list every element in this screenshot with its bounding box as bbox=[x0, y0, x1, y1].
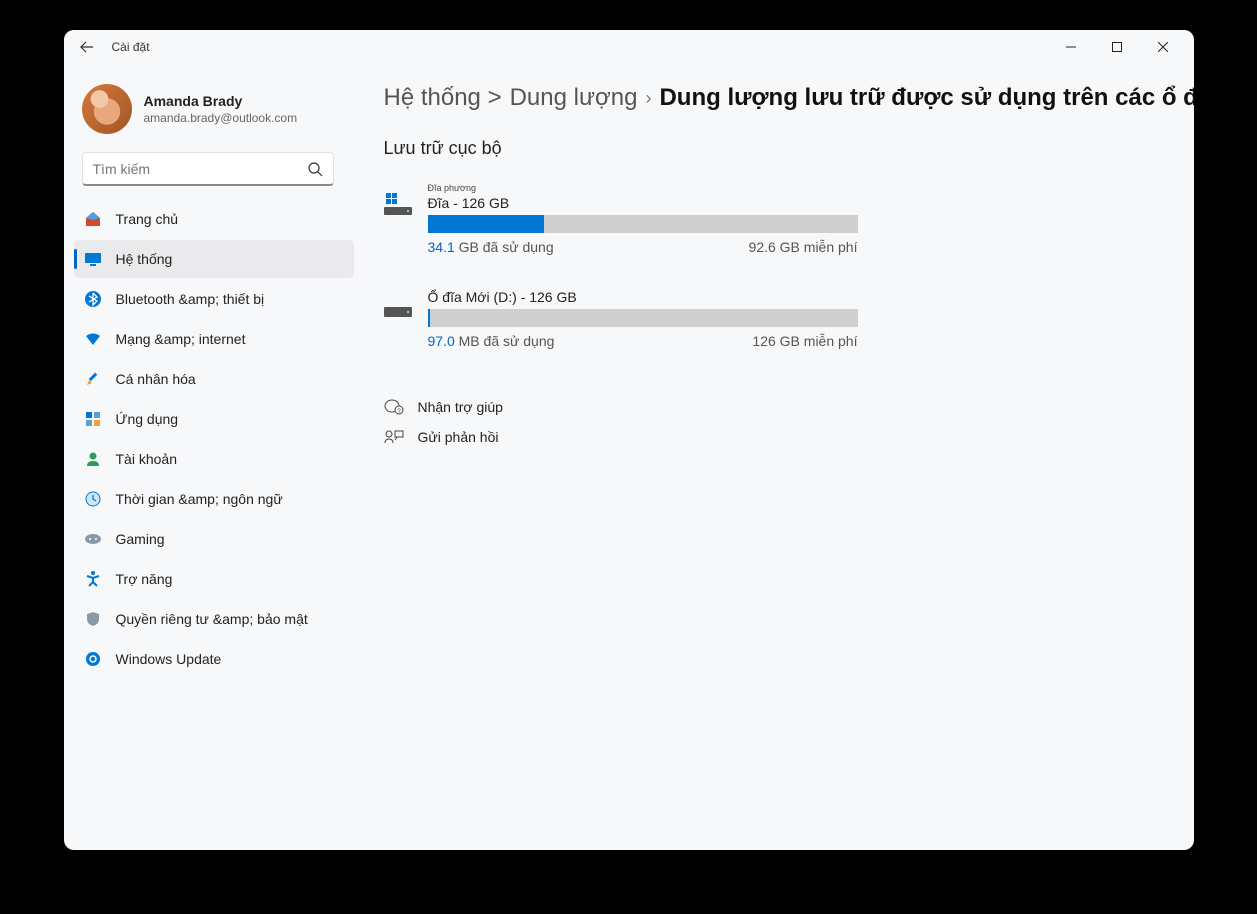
drive-progress-fill bbox=[428, 309, 430, 327]
avatar bbox=[82, 84, 132, 134]
window-controls bbox=[1048, 31, 1186, 63]
update-icon bbox=[84, 650, 102, 668]
drive-stats: 97.0 MB đã sử dụng 126 GB miễn phí bbox=[428, 333, 858, 349]
drive-item-c[interactable]: Đĩa phương Đĩa - 126 GB 34.1 GB đã sử dụ… bbox=[384, 183, 904, 255]
crumb-system[interactable]: Hệ thống > bbox=[384, 84, 502, 112]
sidebar-item-network[interactable]: Mạng &amp; internet bbox=[74, 320, 354, 358]
titlebar: Cài đặt bbox=[64, 30, 1194, 64]
sidebar-item-privacy[interactable]: Quyền riêng tư &amp; bảo mật bbox=[74, 600, 354, 638]
sidebar-item-accessibility[interactable]: Trợ năng bbox=[74, 560, 354, 598]
home-icon bbox=[84, 210, 102, 228]
content-area: Amanda Brady amanda.brady@outlook.com Tr… bbox=[64, 64, 1194, 850]
nav-label: Mạng &amp; internet bbox=[116, 331, 246, 347]
close-icon bbox=[1158, 42, 1168, 52]
sidebar-item-accounts[interactable]: Tài khoản bbox=[74, 440, 354, 478]
nav-list: Trang chủ Hệ thống Bluetooth &amp; thiết… bbox=[74, 200, 364, 678]
brush-icon bbox=[84, 370, 102, 388]
profile-block[interactable]: Amanda Brady amanda.brady@outlook.com bbox=[74, 74, 364, 152]
page-title: Dung lượng lưu trữ được sử dụng trên các… bbox=[659, 84, 1193, 112]
settings-window: Cài đặt Amanda Brady amanda.brady@outloo… bbox=[64, 30, 1194, 850]
help-label: Nhận trợ giúp bbox=[418, 399, 503, 415]
gamepad-icon bbox=[84, 530, 102, 548]
nav-label: Windows Update bbox=[116, 651, 222, 667]
profile-name: Amanda Brady bbox=[144, 93, 298, 109]
get-help-link[interactable]: ? Nhận trợ giúp bbox=[384, 399, 1194, 415]
drive-progress-bar bbox=[428, 215, 858, 233]
free-unit: GB miễn phí bbox=[780, 239, 858, 255]
chevron-right-icon: › bbox=[645, 88, 651, 109]
back-button[interactable] bbox=[72, 32, 102, 62]
sidebar-item-time[interactable]: Thời gian &amp; ngôn ngữ bbox=[74, 480, 354, 518]
drive-title: Đĩa - 126 GB bbox=[428, 195, 904, 211]
drive-item-d[interactable]: Ổ đĩa Mới (D:) - 126 GB 97.0 MB đã sử dụ… bbox=[384, 289, 904, 349]
arrow-left-icon bbox=[80, 40, 94, 54]
search-box[interactable] bbox=[82, 152, 334, 186]
drive-progress-fill bbox=[428, 215, 544, 233]
drive-title: Ổ đĩa Mới (D:) - 126 GB bbox=[428, 289, 904, 305]
bluetooth-icon bbox=[84, 290, 102, 308]
clock-icon bbox=[84, 490, 102, 508]
drive-small-label: Đĩa phương bbox=[428, 183, 904, 193]
drive-icon bbox=[384, 299, 412, 319]
used-value: 34.1 bbox=[428, 239, 455, 255]
sidebar-item-update[interactable]: Windows Update bbox=[74, 640, 354, 678]
nav-label: Trợ năng bbox=[116, 571, 173, 587]
nav-label: Hệ thống bbox=[116, 251, 173, 267]
free-unit: GB miễn phí bbox=[780, 333, 858, 349]
search-input[interactable] bbox=[93, 161, 307, 177]
nav-label: Thời gian &amp; ngôn ngữ bbox=[116, 491, 283, 507]
wifi-icon bbox=[84, 330, 102, 348]
sidebar: Amanda Brady amanda.brady@outlook.com Tr… bbox=[64, 64, 364, 850]
help-icon: ? bbox=[384, 399, 404, 415]
apps-icon bbox=[84, 410, 102, 428]
sidebar-item-personalization[interactable]: Cá nhân hóa bbox=[74, 360, 354, 398]
feedback-link[interactable]: Gửi phản hồi bbox=[384, 429, 1194, 445]
sidebar-item-apps[interactable]: Ứng dụng bbox=[74, 400, 354, 438]
nav-label: Trang chủ bbox=[116, 211, 179, 227]
drive-progress-bar bbox=[428, 309, 858, 327]
section-title: Lưu trữ cục bộ bbox=[384, 138, 1194, 159]
feedback-label: Gửi phản hồi bbox=[418, 429, 499, 445]
close-button[interactable] bbox=[1140, 31, 1186, 63]
profile-email: amanda.brady@outlook.com bbox=[144, 111, 298, 125]
nav-label: Ứng dụng bbox=[116, 411, 179, 427]
sidebar-item-bluetooth[interactable]: Bluetooth &amp; thiết bị bbox=[74, 280, 354, 318]
main-panel: Hệ thống > Dung lượng › Dung lượng lưu t… bbox=[364, 64, 1194, 850]
maximize-button[interactable] bbox=[1094, 31, 1140, 63]
sidebar-item-gaming[interactable]: Gaming bbox=[74, 520, 354, 558]
nav-label: Tài khoản bbox=[116, 451, 177, 467]
free-value: 126 bbox=[752, 333, 775, 349]
breadcrumb: Hệ thống > Dung lượng › Dung lượng lưu t… bbox=[384, 84, 1194, 112]
feedback-icon bbox=[384, 429, 404, 445]
accessibility-icon bbox=[84, 570, 102, 588]
nav-label: Cá nhân hóa bbox=[116, 371, 196, 387]
sidebar-item-home[interactable]: Trang chủ bbox=[74, 200, 354, 238]
used-unit: MB đã sử dụng bbox=[459, 333, 555, 349]
window-title: Cài đặt bbox=[112, 40, 150, 54]
minimize-icon bbox=[1066, 42, 1076, 52]
sidebar-item-system[interactable]: Hệ thống bbox=[74, 240, 354, 278]
system-icon bbox=[84, 250, 102, 268]
search-icon bbox=[307, 161, 323, 177]
used-unit: GB đã sử dụng bbox=[459, 239, 554, 255]
drive-stats: 34.1 GB đã sử dụng 92.6 GB miễn phí bbox=[428, 239, 858, 255]
nav-label: Quyền riêng tư &amp; bảo mật bbox=[116, 611, 308, 627]
minimize-button[interactable] bbox=[1048, 31, 1094, 63]
crumb-storage[interactable]: Dung lượng bbox=[510, 84, 638, 112]
maximize-icon bbox=[1112, 42, 1122, 52]
used-value: 97.0 bbox=[428, 333, 455, 349]
nav-label: Bluetooth &amp; thiết bị bbox=[116, 291, 265, 307]
person-icon bbox=[84, 450, 102, 468]
help-links: ? Nhận trợ giúp Gửi phản hồi bbox=[384, 399, 1194, 445]
shield-icon bbox=[84, 610, 102, 628]
drive-system-icon bbox=[384, 193, 412, 213]
free-value: 92.6 bbox=[749, 239, 776, 255]
nav-label: Gaming bbox=[116, 531, 165, 547]
